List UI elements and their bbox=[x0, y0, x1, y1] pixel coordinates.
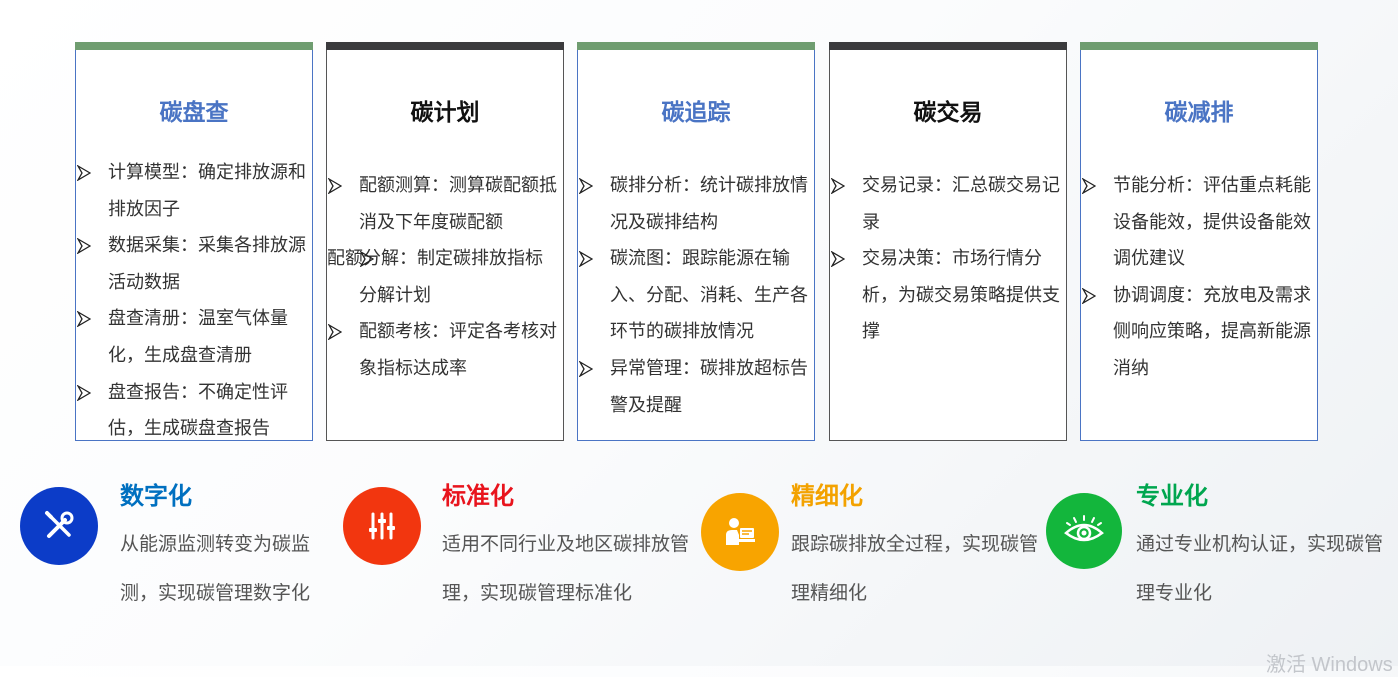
feature-description: 跟踪碳排放全过程，实现碳管理精细化 bbox=[791, 533, 1039, 604]
card-top-bar bbox=[326, 42, 564, 50]
feature-description: 从能源监测转变为碳监测，实现碳管理数字化 bbox=[120, 533, 311, 604]
arrow-bullet-icon bbox=[1082, 178, 1096, 194]
arrow-bullet-icon bbox=[1082, 287, 1096, 304]
card-top-bar bbox=[75, 42, 313, 50]
card-title: 碳计划 bbox=[410, 100, 480, 126]
card-carbon-trading: 碳交易 交易记录：汇总碳交易记录 交易决策：市场行情分析，为碳交易策略提供支撑 bbox=[829, 42, 1067, 441]
card-list: 计算模型：确定排放源和排放因子 数据采集：采集各排放源活动数据 盘查清册：温室气… bbox=[76, 155, 306, 448]
list-item: 碳排分析：统计碳排放情况及碳排结构 bbox=[578, 168, 808, 241]
operator-icon bbox=[726, 518, 755, 545]
card-list: 节能分析：评估重点耗能设备能效，提供设备能效调优建议 协调调度：充放电及需求侧响… bbox=[1081, 168, 1311, 388]
feature-description: 适用不同行业及地区碳排放管理，实现碳管理标准化 bbox=[442, 533, 690, 604]
card-list: 碳排分析：统计碳排放情况及碳排结构 碳流图：跟踪能源在输入、分配、消耗、生产各环… bbox=[578, 168, 808, 424]
list-item: 节能分析：评估重点耗能设备能效，提供设备能效调优建议 bbox=[1081, 168, 1311, 278]
feature-icon-circle bbox=[701, 493, 779, 571]
arrow-bullet-icon bbox=[77, 384, 91, 401]
arrow-bullet-icon bbox=[831, 251, 845, 268]
arrow-bullet-icon bbox=[360, 251, 374, 268]
list-item: 盘查报告：不确定性评估，生成碳盘查报告 bbox=[76, 375, 306, 448]
card-carbon-tracking: 碳追踪 碳排分析：统计碳排放情况及碳排结构 碳流图：跟踪能源在输入、分配、消耗、… bbox=[577, 42, 815, 441]
card-title: 碳减排 bbox=[1164, 100, 1234, 126]
list-item: 协调调度：充放电及需求侧响应策略，提高新能源消纳 bbox=[1081, 278, 1311, 388]
eye-icon bbox=[1064, 515, 1104, 542]
arrow-bullet-icon bbox=[579, 251, 593, 268]
list-item: 配额考核：评定各考核对象指标达成率 bbox=[327, 314, 557, 387]
card-top-bar bbox=[1080, 42, 1318, 50]
list-item: 数据采集：采集各排放源活动数据 bbox=[76, 228, 306, 301]
list-item: 碳流图：跟踪能源在输入、分配、消耗、生产各环节的碳排放情况 bbox=[578, 241, 808, 351]
list-item: 交易决策：市场行情分析，为碳交易策略提供支撑 bbox=[830, 241, 1060, 351]
list-item: 配额分解：制定碳排放指标分解计划 bbox=[327, 248, 543, 306]
card-carbon-plan: 碳计划 配额测算：测算碳配额抵消及下年度碳配额 配额分解：制定碳排放指标分解计划… bbox=[326, 42, 564, 441]
card-list: 配额测算：测算碳配额抵消及下年度碳配额 配额分解：制定碳排放指标分解计划 配额考… bbox=[327, 168, 557, 388]
windows-activation-watermark: 激活 Windows bbox=[1266, 654, 1393, 676]
list-item: 计算模型：确定排放源和排放因子 bbox=[76, 155, 306, 228]
card-title: 碳追踪 bbox=[661, 100, 731, 126]
wrench-screwdriver-icon bbox=[45, 511, 74, 538]
card-carbon-inventory: 碳盘查 计算模型：确定排放源和排放因子 数据采集：采集各排放源活动数据 盘查清册… bbox=[75, 42, 313, 441]
feature-title: 数字化 bbox=[120, 482, 192, 510]
list-item: 异常管理：碳排放超标告警及提醒 bbox=[578, 351, 808, 424]
list-item: 盘查清册：温室气体量化，生成盘查清册 bbox=[76, 301, 306, 374]
sliders-icon bbox=[369, 512, 395, 540]
feature-icon-circle bbox=[20, 487, 98, 565]
feature-icon-circle bbox=[1046, 493, 1122, 569]
list-item: 交易记录：汇总碳交易记录 bbox=[830, 168, 1060, 241]
feature-title: 专业化 bbox=[1136, 482, 1208, 510]
arrow-bullet-icon bbox=[831, 178, 845, 194]
feature-description: 通过专业机构认证，实现碳管理专业化 bbox=[1136, 533, 1384, 604]
card-title: 碳盘查 bbox=[159, 100, 229, 126]
arrow-bullet-icon bbox=[579, 360, 593, 377]
card-top-bar bbox=[829, 42, 1067, 50]
feature-icon-circle bbox=[343, 487, 421, 565]
arrow-bullet-icon bbox=[579, 178, 593, 194]
card-list: 交易记录：汇总碳交易记录 交易决策：市场行情分析，为碳交易策略提供支撑 bbox=[830, 168, 1060, 351]
list-item: 配额测算：测算碳配额抵消及下年度碳配额 bbox=[327, 168, 557, 241]
arrow-bullet-icon bbox=[328, 324, 342, 341]
feature-title: 精细化 bbox=[791, 482, 863, 510]
card-title: 碳交易 bbox=[913, 100, 983, 126]
arrow-bullet-icon bbox=[77, 165, 91, 181]
feature-title: 标准化 bbox=[442, 482, 514, 510]
arrow-bullet-icon bbox=[77, 238, 91, 255]
arrow-bullet-icon bbox=[328, 178, 342, 194]
card-carbon-reduction: 碳减排 节能分析：评估重点耗能设备能效，提供设备能效调优建议 协调调度：充放电及… bbox=[1080, 42, 1318, 441]
arrow-bullet-icon bbox=[77, 311, 91, 328]
card-top-bar bbox=[577, 42, 815, 50]
